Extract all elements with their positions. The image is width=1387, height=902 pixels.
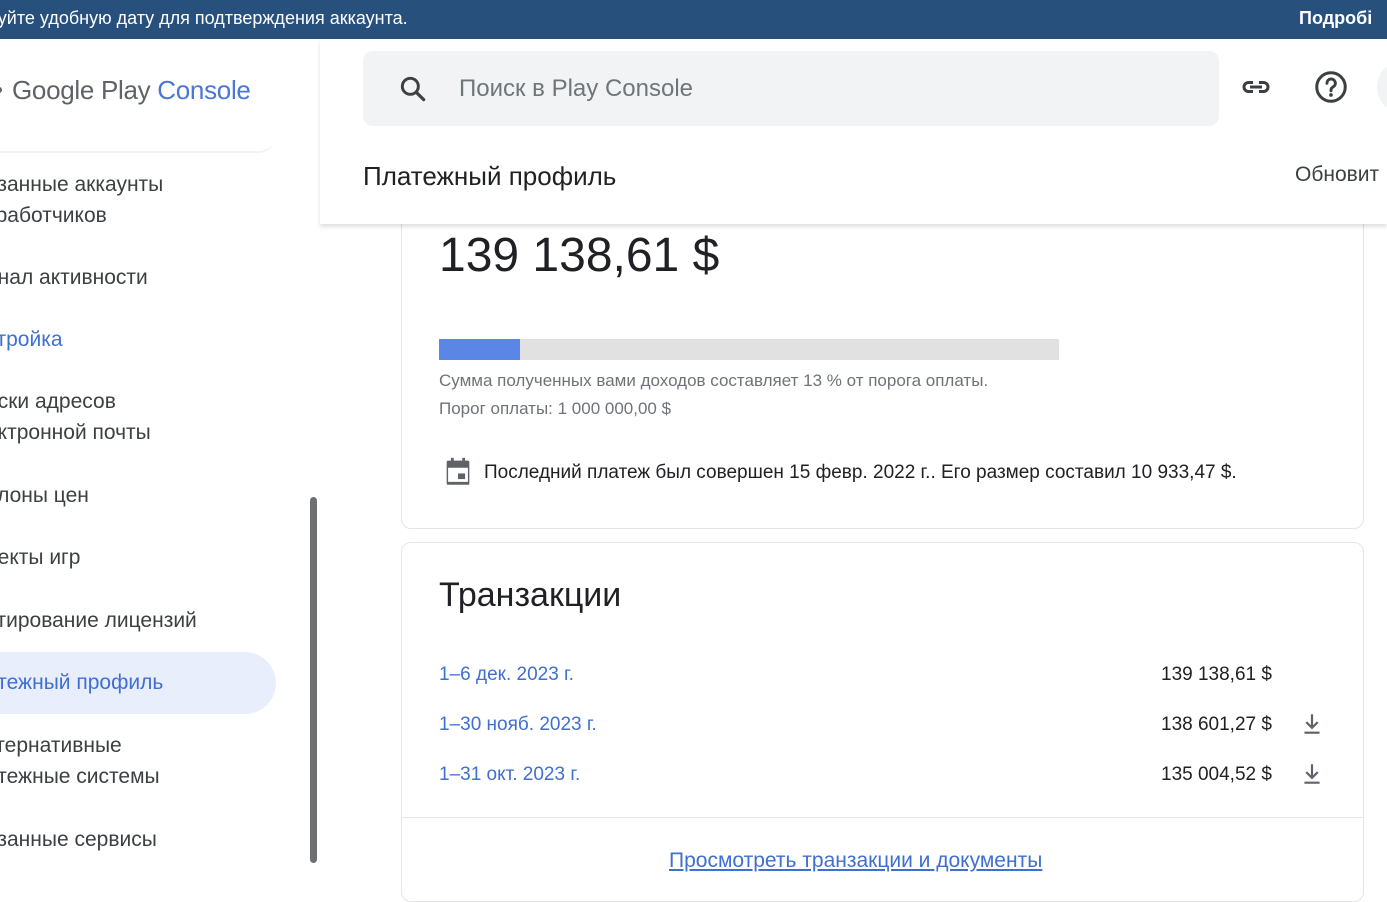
sidebar-item-label: рнал активности (0, 266, 148, 289)
sidebar-item-label: ектронной почты (0, 421, 151, 444)
page-title: Платежный профиль (363, 161, 617, 191)
sidebar-item-label: стройка (0, 328, 63, 351)
sidebar-item-label: атежный профиль (0, 671, 164, 694)
sidebar-item-setup[interactable]: стройка (0, 324, 276, 355)
transactions-card: Транзакции 1–6 дек. 2023 г. 139 138,61 $… (401, 542, 1364, 902)
download-icon[interactable] (1299, 761, 1325, 787)
sidebar-item-label: стирование лицензий (0, 609, 197, 632)
balance-amount: 139 138,61 $ (439, 229, 720, 282)
banner-message: руйте удобную дату для подтверждения акк… (0, 8, 408, 28)
app-logo[interactable]: Google Play Console (0, 75, 251, 106)
transaction-row: 1–31 окт. 2023 г. 135 004,52 $ (439, 764, 1339, 794)
main-content: 139 138,61 $ Сумма полученных вами доход… (320, 184, 1387, 902)
sidebar-item-label: атежные системы (0, 765, 160, 788)
threshold-progress-fill (439, 339, 520, 360)
sidebar-item-linked-services[interactable]: язанные сервисы (0, 824, 276, 855)
sidebar-item-email-lists[interactable]: иски адресов ектронной почты (0, 386, 276, 448)
threshold-percent-note: Сумма полученных вами доходов составляет… (439, 371, 989, 390)
search-bar[interactable] (363, 51, 1219, 126)
sidebar-item-label: ьтернативные (0, 734, 122, 757)
calendar-icon (446, 457, 470, 485)
transaction-sum: 138 601,27 $ (1161, 714, 1272, 735)
sidebar-item-linked-developer-accounts[interactable]: язанные аккаунты зработчиков (0, 169, 276, 231)
logo-google-play: Google Play (12, 75, 151, 105)
last-payment-text: Последний платеж был совершен 15 февр. 2… (484, 462, 1237, 483)
search-input[interactable] (459, 69, 1159, 109)
transaction-row: 1–30 нояб. 2023 г. 138 601,27 $ (439, 714, 1339, 744)
sidebar-scrollbar[interactable] (310, 497, 317, 863)
sidebar-item-label: зработчиков (0, 204, 107, 227)
sidebar-item-price-templates[interactable]: блоны цен (0, 480, 276, 511)
logo-mark-icon (0, 87, 2, 94)
banner-more-link[interactable]: Подробі (1299, 8, 1372, 29)
top-bar: Платежный профиль Обновит (320, 39, 1387, 224)
sidebar-item-alternative-billing[interactable]: ьтернативные атежные системы (0, 730, 276, 792)
balance-card: 139 138,61 $ Сумма полученных вами доход… (401, 184, 1364, 529)
transaction-sum: 139 138,61 $ (1161, 664, 1272, 685)
avatar[interactable] (1377, 63, 1387, 111)
transaction-period-link[interactable]: 1–6 дек. 2023 г. (439, 664, 574, 686)
sidebar-item-license-testing[interactable]: стирование лицензий (0, 605, 276, 636)
sidebar-item-label: блоны цен (0, 484, 89, 507)
link-icon[interactable] (1238, 69, 1274, 105)
sidebar-item-label: язанные аккаунты (0, 173, 164, 196)
nav-item-partial (0, 135, 275, 153)
download-icon[interactable] (1299, 711, 1325, 737)
threshold-amount-note: Порог оплаты: 1 000 000,00 $ (439, 399, 672, 418)
transaction-period-link[interactable]: 1–31 окт. 2023 г. (439, 764, 580, 786)
sidebar-item-label: язанные сервисы (0, 828, 157, 851)
sidebar-item-label: иски адресов (0, 390, 116, 413)
transaction-period-link[interactable]: 1–30 нояб. 2023 г. (439, 714, 597, 736)
transaction-row: 1–6 дек. 2023 г. 139 138,61 $ (439, 664, 1339, 694)
update-button[interactable]: Обновит (1295, 163, 1379, 187)
sidebar-item-game-projects[interactable]: оекты игр (0, 542, 276, 573)
sidebar-item-payments-profile[interactable]: атежный профиль (0, 652, 276, 714)
threshold-progress-bar (439, 339, 1059, 360)
transactions-title: Транзакции (439, 576, 622, 614)
transaction-sum: 135 004,52 $ (1161, 764, 1272, 785)
card-divider (402, 817, 1363, 818)
search-icon (400, 76, 426, 102)
view-transactions-link[interactable]: Просмотреть транзакции и документы (669, 849, 1042, 873)
sidebar-item-activity-log[interactable]: рнал активности (0, 262, 276, 293)
sidebar-item-label: оекты игр (0, 546, 81, 569)
logo-console: Console (157, 75, 251, 105)
sidebar: Google Play Console язанные аккаунты зра… (0, 39, 320, 863)
help-icon[interactable] (1313, 69, 1349, 105)
notification-banner: руйте удобную дату для подтверждения акк… (0, 0, 1387, 39)
